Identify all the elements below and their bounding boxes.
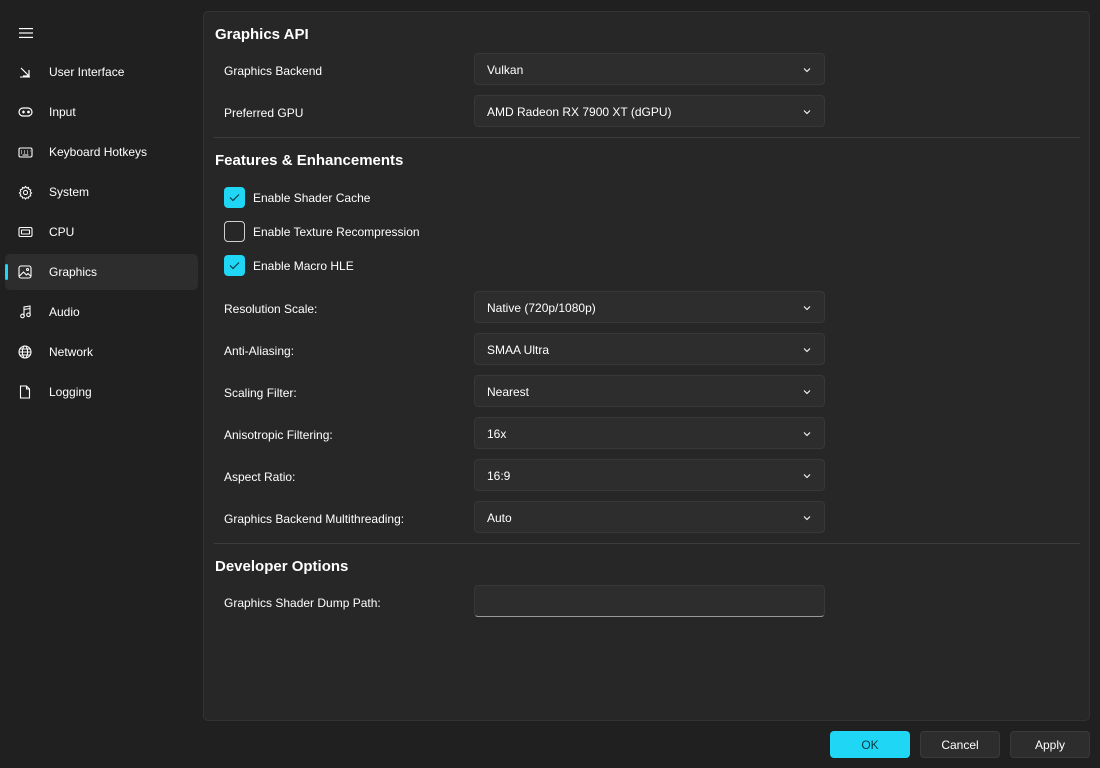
sidebar-item-input[interactable]: Input (5, 94, 198, 130)
sidebar-nav: User Interface Input Keyboard Hotkeys Sy… (5, 54, 198, 414)
apply-button[interactable]: Apply (1010, 731, 1090, 758)
section-divider (214, 543, 1080, 544)
sidebar-item-user-interface[interactable]: User Interface (5, 54, 198, 90)
anti-aliasing-dropdown[interactable]: SMAA Ultra (474, 333, 825, 365)
checkbox-label: Enable Shader Cache (253, 191, 371, 205)
chevron-down-icon (803, 68, 811, 73)
chevron-down-icon (803, 306, 811, 311)
aspect-ratio-dropdown[interactable]: 16:9 (474, 459, 825, 491)
graphics-backend-label: Graphics Backend (224, 64, 323, 78)
sidebar-item-logging[interactable]: Logging (5, 374, 198, 410)
section-title-features: Features & Enhancements (215, 152, 404, 169)
sidebar-item-label: Input (49, 105, 76, 119)
checkmark-icon (229, 194, 240, 202)
section-divider (214, 137, 1080, 138)
sidebar-item-label: Graphics (49, 265, 98, 279)
sidebar-item-system[interactable]: System (5, 174, 198, 210)
checkmark-icon (229, 262, 240, 270)
backend-multithreading-dropdown[interactable]: Auto (474, 501, 825, 533)
scaling-filter-dropdown[interactable]: Nearest (474, 375, 825, 407)
graphics-backend-dropdown[interactable]: Vulkan (474, 53, 825, 85)
hamburger-icon (19, 28, 33, 38)
checkbox-label: Enable Macro HLE (253, 259, 354, 273)
sidebar-item-label: Audio (49, 305, 80, 319)
section-title-graphics-api: Graphics API (215, 26, 309, 43)
sidebar-item-cpu[interactable]: CPU (5, 214, 198, 250)
sidebar-item-label: Keyboard Hotkeys (49, 145, 148, 159)
dropdown-value: Vulkan (487, 63, 524, 77)
dropdown-value: 16x (487, 427, 507, 441)
resolution-scale-dropdown[interactable]: Native (720p/1080p) (474, 291, 825, 323)
sidebar-item-label: CPU (49, 225, 75, 239)
anisotropic-filtering-dropdown[interactable]: 16x (474, 417, 825, 449)
music-note-icon (17, 304, 33, 320)
backend-multithreading-label: Graphics Backend Multithreading: (224, 512, 405, 526)
anti-aliasing-label: Anti-Aliasing: (224, 344, 295, 358)
active-indicator (5, 264, 8, 280)
dropdown-value: Nearest (487, 385, 530, 399)
shader-dump-path-input[interactable] (474, 585, 825, 617)
preferred-gpu-dropdown[interactable]: AMD Radeon RX 7900 XT (dGPU) (474, 95, 825, 127)
ok-button[interactable]: OK (830, 731, 910, 758)
gamepad-icon (17, 104, 33, 120)
sidebar-item-keyboard-hotkeys[interactable]: Keyboard Hotkeys (5, 134, 198, 170)
dropdown-value: 16:9 (487, 469, 511, 483)
keyboard-icon (17, 144, 33, 160)
chevron-down-icon (803, 110, 811, 115)
gear-icon (17, 184, 33, 200)
shader-dump-path-label: Graphics Shader Dump Path: (224, 596, 381, 610)
chevron-down-icon (803, 348, 811, 353)
sidebar-item-label: Network (49, 345, 94, 359)
chevron-down-icon (803, 516, 811, 521)
chevron-down-icon (803, 432, 811, 437)
sidebar-item-label: System (49, 185, 90, 199)
dropdown-value: AMD Radeon RX 7900 XT (dGPU) (487, 105, 672, 119)
anisotropic-filtering-label: Anisotropic Filtering: (224, 428, 333, 442)
sidebar-item-network[interactable]: Network (5, 334, 198, 370)
sidebar: User Interface Input Keyboard Hotkeys Sy… (0, 0, 202, 768)
checkbox-box[interactable] (224, 187, 245, 208)
chevron-down-icon (803, 390, 811, 395)
section-title-developer-options: Developer Options (215, 558, 349, 575)
scaling-filter-label: Scaling Filter: (224, 386, 297, 400)
checkbox-label: Enable Texture Recompression (253, 225, 420, 239)
preferred-gpu-label: Preferred GPU (224, 106, 304, 120)
image-icon (17, 264, 33, 280)
hamburger-menu-button[interactable] (14, 22, 38, 44)
document-icon (17, 384, 33, 400)
aspect-ratio-label: Aspect Ratio: (224, 470, 296, 484)
settings-panel: Graphics API Graphics Backend Vulkan Pre… (203, 11, 1090, 721)
sidebar-item-label: Logging (49, 385, 92, 399)
sidebar-item-graphics[interactable]: Graphics (5, 254, 198, 290)
sidebar-item-label: User Interface (49, 65, 125, 79)
checkbox-box[interactable] (224, 255, 245, 276)
cancel-button[interactable]: Cancel (920, 731, 1000, 758)
cpu-icon (17, 224, 33, 240)
sidebar-item-audio[interactable]: Audio (5, 294, 198, 330)
dropdown-value: Native (720p/1080p) (487, 301, 596, 315)
globe-icon (17, 344, 33, 360)
dropdown-value: Auto (487, 511, 512, 525)
dropdown-value: SMAA Ultra (487, 343, 550, 357)
checkbox-box[interactable] (224, 221, 245, 242)
resolution-scale-label: Resolution Scale: (224, 302, 318, 316)
chevron-down-icon (803, 474, 811, 479)
arrow-down-right-icon (17, 64, 33, 80)
